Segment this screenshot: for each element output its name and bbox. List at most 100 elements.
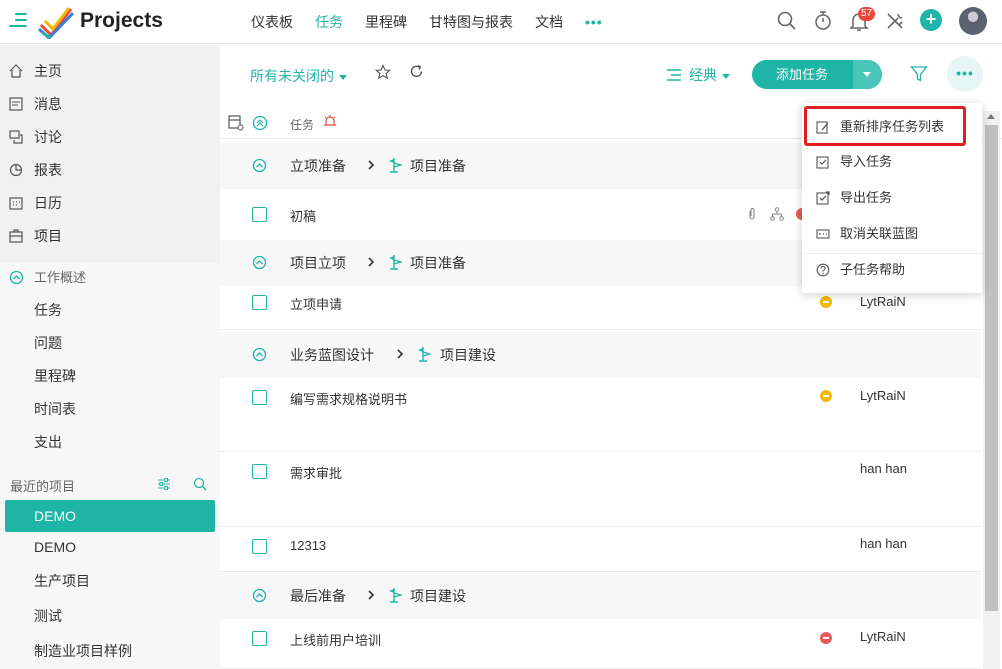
task-owner[interactable]: LytRaiN <box>860 294 906 309</box>
chevron-right-icon <box>368 160 375 170</box>
task-row[interactable]: 编写需求规格说明书 LytRaiN <box>220 378 980 452</box>
menu-item-import-tasks[interactable]: 导入任务 <box>802 144 982 180</box>
project-label: 测试 <box>34 608 62 624</box>
sidebar-item-milestones[interactable]: 里程碑 <box>0 360 220 393</box>
recent-project-demo[interactable]: DEMO <box>5 531 215 563</box>
sidebar-item-expenses[interactable]: 支出 <box>0 426 220 459</box>
milestone-flag-icon <box>418 347 431 362</box>
task-filter-dropdown[interactable]: 所有未关闭的 <box>250 66 347 86</box>
task-name[interactable]: 编写需求规格说明书 <box>290 389 407 408</box>
sidebar-item-calendar[interactable]: 日历 <box>0 187 220 220</box>
project-icon <box>9 229 23 243</box>
task-name[interactable]: 需求审批 <box>290 463 342 482</box>
alarm-icon[interactable] <box>323 114 337 128</box>
nav-documents[interactable]: 文档 <box>524 0 574 44</box>
task-name[interactable]: 12313 <box>290 538 326 553</box>
task-checkbox[interactable] <box>252 539 267 554</box>
scroll-up-arrow-icon[interactable] <box>987 114 995 119</box>
milestone-flag-icon <box>389 588 402 603</box>
task-row[interactable]: 需求审批 han han <box>220 453 980 527</box>
task-list-name[interactable]: 项目立项 <box>290 253 346 273</box>
project-label: 生产项目 <box>34 573 90 589</box>
export-icon <box>816 191 830 205</box>
milestone-name[interactable]: 项目准备 <box>410 156 466 176</box>
sidebar-section-work-overview[interactable]: 工作概述 <box>0 263 220 293</box>
sidebar-item-tasks[interactable]: 任务 <box>0 294 220 327</box>
recent-project-demo-active[interactable]: DEMO <box>5 500 215 532</box>
sidebar-item-messages[interactable]: 消息 <box>0 88 220 121</box>
task-name[interactable]: 上线前用户培训 <box>290 630 381 649</box>
sidebar-item-issues[interactable]: 问题 <box>0 327 220 360</box>
task-list-name[interactable]: 业务蓝图设计 <box>290 345 374 365</box>
nav-milestones[interactable]: 里程碑 <box>354 0 418 44</box>
nav-gantt-reports[interactable]: 甘特图与报表 <box>418 0 524 44</box>
collapse-all-icon[interactable] <box>252 115 268 131</box>
task-checkbox[interactable] <box>252 631 267 646</box>
milestone-name[interactable]: 项目建设 <box>410 586 466 606</box>
quick-add-icon[interactable]: + <box>920 9 942 31</box>
nav-dashboard[interactable]: 仪表板 <box>240 0 304 44</box>
search-projects-icon[interactable] <box>193 477 207 491</box>
nav-more-button[interactable]: ••• <box>574 0 614 44</box>
sidebar-item-projects[interactable]: 项目 <box>0 220 220 253</box>
task-checkbox[interactable] <box>252 295 267 310</box>
collapse-group-icon[interactable] <box>252 347 267 362</box>
sidebar-item-label: 主页 <box>34 63 62 79</box>
task-checkbox[interactable] <box>252 207 267 222</box>
task-checkbox[interactable] <box>252 464 267 479</box>
collapse-group-icon[interactable] <box>252 255 267 270</box>
task-list-name[interactable]: 最后准备 <box>290 586 346 606</box>
menu-item-subtask-help[interactable]: 子任务帮助 <box>802 252 982 288</box>
sidebar-item-timesheet[interactable]: 时间表 <box>0 393 220 426</box>
milestone-name[interactable]: 项目建设 <box>440 345 496 365</box>
user-avatar[interactable] <box>959 7 987 35</box>
menu-item-export-tasks[interactable]: 导出任务 <box>802 180 982 216</box>
recent-project-manufacturing-sample[interactable]: 制造业项目样例 <box>5 635 215 667</box>
task-row[interactable]: 上线前用户培训 LytRaiN <box>220 619 980 669</box>
task-owner[interactable]: han han <box>860 461 907 476</box>
column-settings-icon[interactable] <box>228 115 244 131</box>
task-checkbox[interactable] <box>252 390 267 405</box>
task-owner[interactable]: LytRaiN <box>860 388 906 403</box>
highlight-annotation-box <box>804 106 966 146</box>
scrollbar-thumb[interactable] <box>985 125 998 611</box>
view-mode-dropdown[interactable]: 经典 <box>667 65 730 85</box>
task-group-row[interactable]: 业务蓝图设计 项目建设 <box>220 332 980 378</box>
sidebar-item-reports[interactable]: 报表 <box>0 154 220 187</box>
task-name[interactable]: 立项申请 <box>290 294 342 313</box>
collapse-group-icon[interactable] <box>252 158 267 173</box>
milestone-name[interactable]: 项目准备 <box>410 253 466 273</box>
refresh-icon[interactable] <box>409 64 424 79</box>
vertical-scrollbar[interactable] <box>983 111 1000 669</box>
add-task-button[interactable]: 添加任务 <box>752 60 882 89</box>
settings-sliders-icon[interactable] <box>157 477 171 491</box>
task-row[interactable]: 12313 han han <box>220 528 980 572</box>
sidebar-item-label: 支出 <box>34 434 62 450</box>
recent-project-production[interactable]: 生产项目 <box>5 565 215 597</box>
chevron-down-icon <box>339 74 347 80</box>
task-name[interactable]: 初稿 <box>290 206 316 225</box>
tools-icon[interactable] <box>884 10 906 32</box>
filter-icon[interactable] <box>910 65 928 83</box>
recent-project-test[interactable]: 测试 <box>5 600 215 632</box>
task-owner[interactable]: LytRaiN <box>860 629 906 644</box>
search-icon[interactable] <box>776 10 798 32</box>
menu-item-unlink-blueprint[interactable]: 取消关联蓝图 <box>802 216 982 252</box>
star-icon[interactable] <box>375 64 391 80</box>
more-options-button[interactable]: ••• <box>947 56 983 92</box>
add-task-options-button[interactable] <box>853 60 882 89</box>
hamburger-menu-icon[interactable] <box>9 13 27 29</box>
subtask-tree-icon[interactable] <box>770 207 784 221</box>
task-list-name[interactable]: 立项准备 <box>290 156 346 176</box>
project-label: DEMO <box>34 508 76 524</box>
collapse-group-icon[interactable] <box>252 588 267 603</box>
task-owner[interactable]: han han <box>860 536 907 551</box>
task-group-row[interactable]: 最后准备 项目建设 <box>220 573 980 619</box>
attachment-icon[interactable] <box>748 207 756 221</box>
discussion-icon <box>9 130 23 144</box>
app-title: Projects <box>80 9 163 32</box>
sidebar-item-home[interactable]: 主页 <box>0 55 220 88</box>
nav-tasks[interactable]: 任务 <box>304 0 354 44</box>
sidebar-item-discussion[interactable]: 讨论 <box>0 121 220 154</box>
timer-icon[interactable] <box>812 10 834 32</box>
